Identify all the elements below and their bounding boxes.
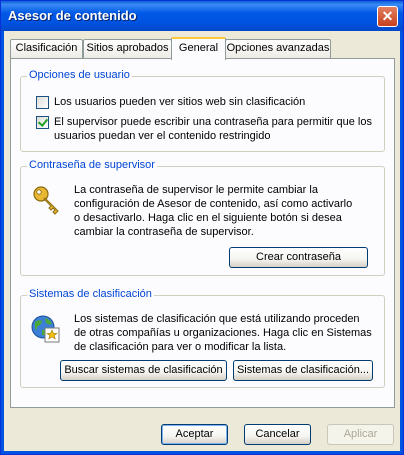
apply-button[interactable]: Aplicar — [327, 424, 394, 445]
rating-description-line2: de otras compañías u organizaciones. Hag… — [74, 327, 372, 339]
tab-sitios-aprobados[interactable]: Sitios aprobados — [83, 39, 172, 58]
supervisor-password-group: Contraseña de supervisor La contraseña d… — [20, 159, 385, 276]
supervisor-description-line2: configuración de Asesor de contenido, as… — [74, 198, 353, 210]
cancel-label: Cancelar — [255, 428, 300, 440]
ok-button[interactable]: Aceptar — [161, 424, 228, 445]
window-frame-bottom — [1, 451, 403, 454]
tab-label: Opciones avanzadas — [226, 42, 330, 54]
window-title: Asesor de contenido — [8, 8, 137, 23]
user-options-group: Opciones de usuario Los usuarios pueden … — [20, 69, 385, 152]
window-frame-left — [1, 31, 4, 454]
supervisor-description-line1: La contraseña de supervisor le permite c… — [74, 184, 318, 196]
supervisor-description-line4: cambiar la contraseña de supervisor. — [74, 226, 254, 238]
tab-label: General — [178, 42, 219, 54]
close-icon: ✕ — [381, 8, 394, 24]
ok-label: Aceptar — [175, 428, 214, 440]
unrated-sites-label[interactable]: Los usuarios pueden ver sitios web sin c… — [54, 96, 305, 109]
create-password-button[interactable]: Crear contraseña — [229, 247, 368, 268]
window-frame-right — [400, 31, 403, 454]
find-rating-systems-label: Buscar sistemas de clasificación — [64, 364, 223, 376]
supervisor-override-checkbox[interactable] — [36, 116, 49, 129]
rating-systems-button[interactable]: Sistemas de clasificación... — [233, 360, 373, 381]
dialog-window: Asesor de contenido ✕ Clasificación Siti… — [0, 0, 404, 455]
tab-opciones-avanzadas[interactable]: Opciones avanzadas — [225, 39, 331, 58]
tab-clasificacion[interactable]: Clasificación — [10, 39, 83, 58]
supervisor-override-label-line1[interactable]: El supervisor puede escribir una contras… — [54, 116, 372, 129]
create-password-label: Crear contraseña — [256, 251, 341, 263]
rating-description-line1: Los sistemas de clasificación que está u… — [74, 313, 360, 325]
user-options-legend: Opciones de usuario — [27, 69, 132, 81]
tab-general[interactable]: General — [171, 37, 226, 60]
tab-panel-general: Opciones de usuario Los usuarios pueden … — [10, 58, 395, 408]
apply-label: Aplicar — [343, 428, 378, 440]
tab-label: Clasificación — [15, 42, 78, 54]
find-rating-systems-button[interactable]: Buscar sistemas de clasificación — [60, 360, 227, 381]
rating-systems-legend: Sistemas de clasificación — [27, 288, 154, 300]
rating-systems-group: Sistemas de clasificación Los sistemas d… — [20, 288, 385, 388]
key-icon — [33, 186, 59, 215]
rating-systems-label: Sistemas de clasificación... — [236, 364, 370, 376]
tab-label: Sitios aprobados — [86, 42, 169, 54]
rating-description-line3: de clasificación para ver o modificar la… — [74, 341, 287, 353]
cancel-button[interactable]: Cancelar — [244, 424, 311, 445]
supervisor-description-line3: o desactivarlo. Haga clic en el siguient… — [74, 212, 342, 224]
close-button[interactable]: ✕ — [377, 6, 398, 27]
globe-certificate-icon — [31, 315, 60, 343]
supervisor-password-legend: Contraseña de supervisor — [27, 159, 157, 171]
unrated-sites-checkbox[interactable] — [36, 96, 49, 109]
title-bar[interactable]: Asesor de contenido ✕ — [1, 1, 403, 31]
supervisor-override-label-line2[interactable]: usuarios puedan ver el contenido restrin… — [54, 130, 270, 143]
